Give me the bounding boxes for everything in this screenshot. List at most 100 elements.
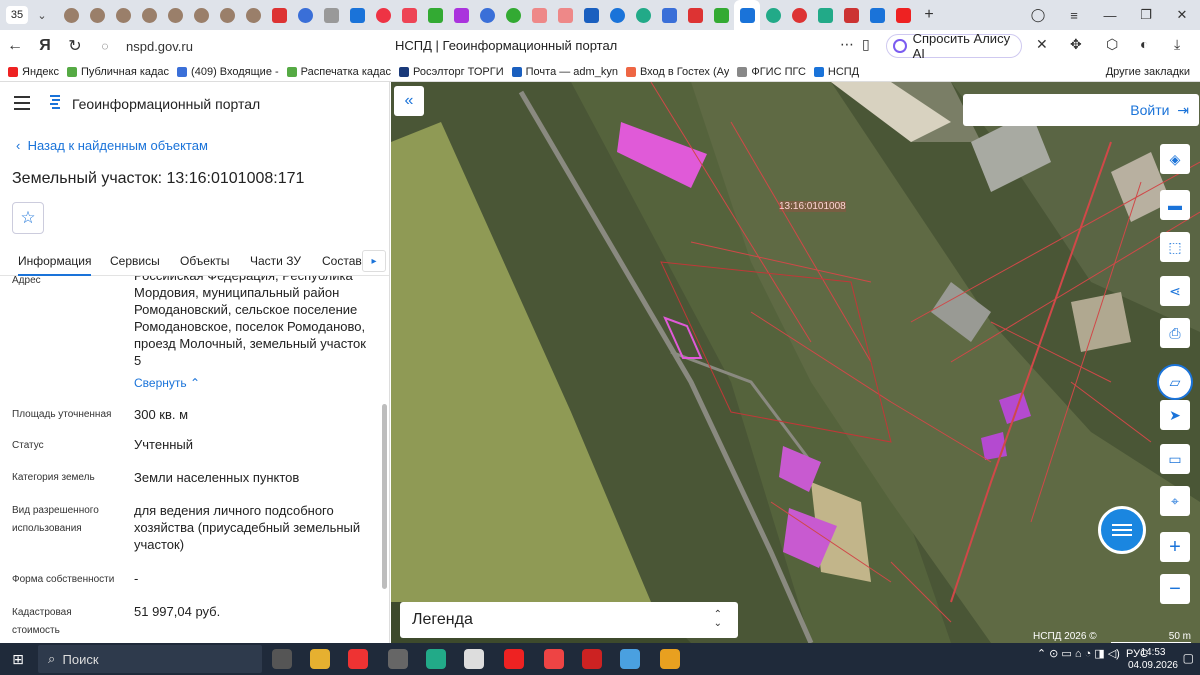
- browser-tab[interactable]: [474, 0, 500, 30]
- shield-app-icon[interactable]: [426, 649, 446, 669]
- restore-icon[interactable]: ❐: [1128, 7, 1164, 23]
- bookmark-item[interactable]: (409) Входящие -: [177, 66, 279, 78]
- browser-tab[interactable]: [344, 0, 370, 30]
- browser-tab[interactable]: [786, 0, 812, 30]
- browser-tab[interactable]: [84, 0, 110, 30]
- menu-icon[interactable]: ≡: [1056, 8, 1092, 23]
- tab-services[interactable]: Сервисы: [110, 254, 160, 268]
- app-icon[interactable]: [464, 649, 484, 669]
- browser-tab[interactable]: [500, 0, 526, 30]
- app-icon[interactable]: [620, 649, 640, 669]
- yandex-app-icon[interactable]: [348, 649, 368, 669]
- close-icon[interactable]: ✕: [1164, 7, 1200, 23]
- browser-tab[interactable]: [266, 0, 292, 30]
- location-pin-icon[interactable]: ⌖: [1160, 486, 1190, 516]
- yandex-browser-icon[interactable]: [504, 649, 524, 669]
- bookmark-item[interactable]: Росэлторг ТОРГИ: [399, 66, 504, 78]
- taskbar-search[interactable]: ⌕ Поиск: [38, 645, 262, 673]
- bookmark-item[interactable]: Вход в Гостех (Ау: [625, 66, 729, 78]
- taskbar-clock[interactable]: 14:53 04.09.2026: [1128, 646, 1178, 672]
- collapse-panel-icon[interactable]: «: [394, 86, 424, 116]
- bookmark-item[interactable]: НСПД: [813, 66, 859, 78]
- browser-tab[interactable]: [214, 0, 240, 30]
- windows-start-icon[interactable]: ⊞: [0, 651, 36, 668]
- browser-tab[interactable]: [448, 0, 474, 30]
- chevron-down-icon[interactable]: ⌄: [32, 9, 52, 22]
- browser-tab[interactable]: [630, 0, 656, 30]
- browser-tab[interactable]: [552, 0, 578, 30]
- favorite-star-icon[interactable]: ☆: [12, 202, 44, 234]
- browser-tab[interactable]: [708, 0, 734, 30]
- profile-icon[interactable]: ◐: [1140, 36, 1148, 52]
- yandex-icon[interactable]: Я: [30, 37, 60, 55]
- more-icon[interactable]: ⋯: [840, 36, 854, 53]
- profile-icon[interactable]: ◯: [1020, 7, 1056, 23]
- minimize-icon[interactable]: —: [1092, 8, 1128, 23]
- app-icon[interactable]: [582, 649, 602, 669]
- layers-icon[interactable]: ◈: [1160, 144, 1190, 174]
- alice-button[interactable]: Спросить Алису AI: [886, 31, 1022, 61]
- reload-icon[interactable]: ↻: [60, 36, 90, 56]
- tab-information[interactable]: Информация: [18, 254, 92, 276]
- back-arrow-icon[interactable]: ←: [0, 37, 30, 55]
- extension-icon[interactable]: ✕: [1036, 36, 1048, 53]
- browser-tab[interactable]: [864, 0, 890, 30]
- browser-tab[interactable]: [162, 0, 188, 30]
- browser-tab[interactable]: [136, 0, 162, 30]
- collapse-link[interactable]: Свернуть ⌃: [134, 376, 200, 390]
- panel-scrollbar[interactable]: [380, 276, 388, 643]
- browser-tab[interactable]: [396, 0, 422, 30]
- bookmark-item[interactable]: Яндекс: [8, 66, 59, 78]
- tab-objects[interactable]: Объекты: [180, 254, 230, 268]
- other-bookmarks[interactable]: Другие закладки: [1106, 66, 1190, 78]
- browser-tab[interactable]: [682, 0, 708, 30]
- zoom-in-icon[interactable]: +: [1160, 532, 1190, 562]
- zoom-out-icon[interactable]: −: [1160, 574, 1190, 604]
- app-icon[interactable]: [660, 649, 680, 669]
- bookmark-item[interactable]: Почта — adm_kyn: [511, 66, 618, 78]
- map-layer-toggle-icon[interactable]: ▱: [1157, 364, 1193, 400]
- puzzle-icon[interactable]: ✥: [1070, 36, 1082, 53]
- tab-composition[interactable]: Состав: [322, 254, 362, 268]
- tray-icons[interactable]: ⌃ ⊙ ▭ ⌂ ◔ ◨ ◁): [1037, 647, 1126, 660]
- browser-tab[interactable]: [370, 0, 396, 30]
- browser-tab[interactable]: [58, 0, 84, 30]
- collections-icon[interactable]: ⬡: [1106, 36, 1118, 53]
- browser-tab[interactable]: [110, 0, 136, 30]
- tabs-next-chevron-icon[interactable]: ▸: [362, 250, 386, 272]
- explorer-icon[interactable]: [310, 649, 330, 669]
- chat-icon[interactable]: [1098, 506, 1146, 554]
- browser-tab[interactable]: [318, 0, 344, 30]
- app-icon[interactable]: [544, 649, 564, 669]
- satellite-map[interactable]: [391, 82, 1200, 643]
- bookmark-item[interactable]: Публичная кадас: [67, 66, 169, 78]
- browser-tab[interactable]: [656, 0, 682, 30]
- menu-icon[interactable]: [14, 96, 30, 114]
- task-view-icon[interactable]: [272, 649, 292, 669]
- site-info-icon[interactable]: ◌: [90, 39, 120, 53]
- bookmark-item[interactable]: Распечатка кадас: [286, 66, 391, 78]
- app-icon[interactable]: [388, 649, 408, 669]
- share-icon[interactable]: ⋖: [1160, 276, 1190, 306]
- map-view[interactable]: 13:16:0101008 « Войти ⇥ ◈ ▬ ⬚ ⋖ ⎙ ▱ ➤ ▭ …: [391, 82, 1200, 643]
- login-button[interactable]: Войти ⇥: [963, 94, 1199, 126]
- browser-tab-active[interactable]: [734, 0, 760, 30]
- print-icon[interactable]: ⎙: [1160, 318, 1190, 348]
- browser-tab[interactable]: [578, 0, 604, 30]
- back-to-results-link[interactable]: ‹ Назад к найденным объектам: [16, 138, 208, 153]
- url-field[interactable]: nspd.gov.ru: [126, 39, 193, 54]
- browser-tab[interactable]: [812, 0, 838, 30]
- select-area-icon[interactable]: ⬚: [1160, 232, 1190, 262]
- new-tab-plus-icon[interactable]: +: [916, 0, 942, 30]
- browser-tab[interactable]: [422, 0, 448, 30]
- browser-tab[interactable]: [188, 0, 214, 30]
- minimap-icon[interactable]: ▭: [1160, 444, 1190, 474]
- tab-count-badge[interactable]: 35: [6, 6, 28, 24]
- notifications-icon[interactable]: ▢: [1183, 651, 1194, 665]
- browser-tab[interactable]: [604, 0, 630, 30]
- browser-tab[interactable]: [760, 0, 786, 30]
- navigate-arrow-icon[interactable]: ➤: [1160, 400, 1190, 430]
- browser-tab[interactable]: [240, 0, 266, 30]
- legend-select[interactable]: Легенда ⌃ ⌄: [400, 602, 738, 638]
- browser-tab[interactable]: [292, 0, 318, 30]
